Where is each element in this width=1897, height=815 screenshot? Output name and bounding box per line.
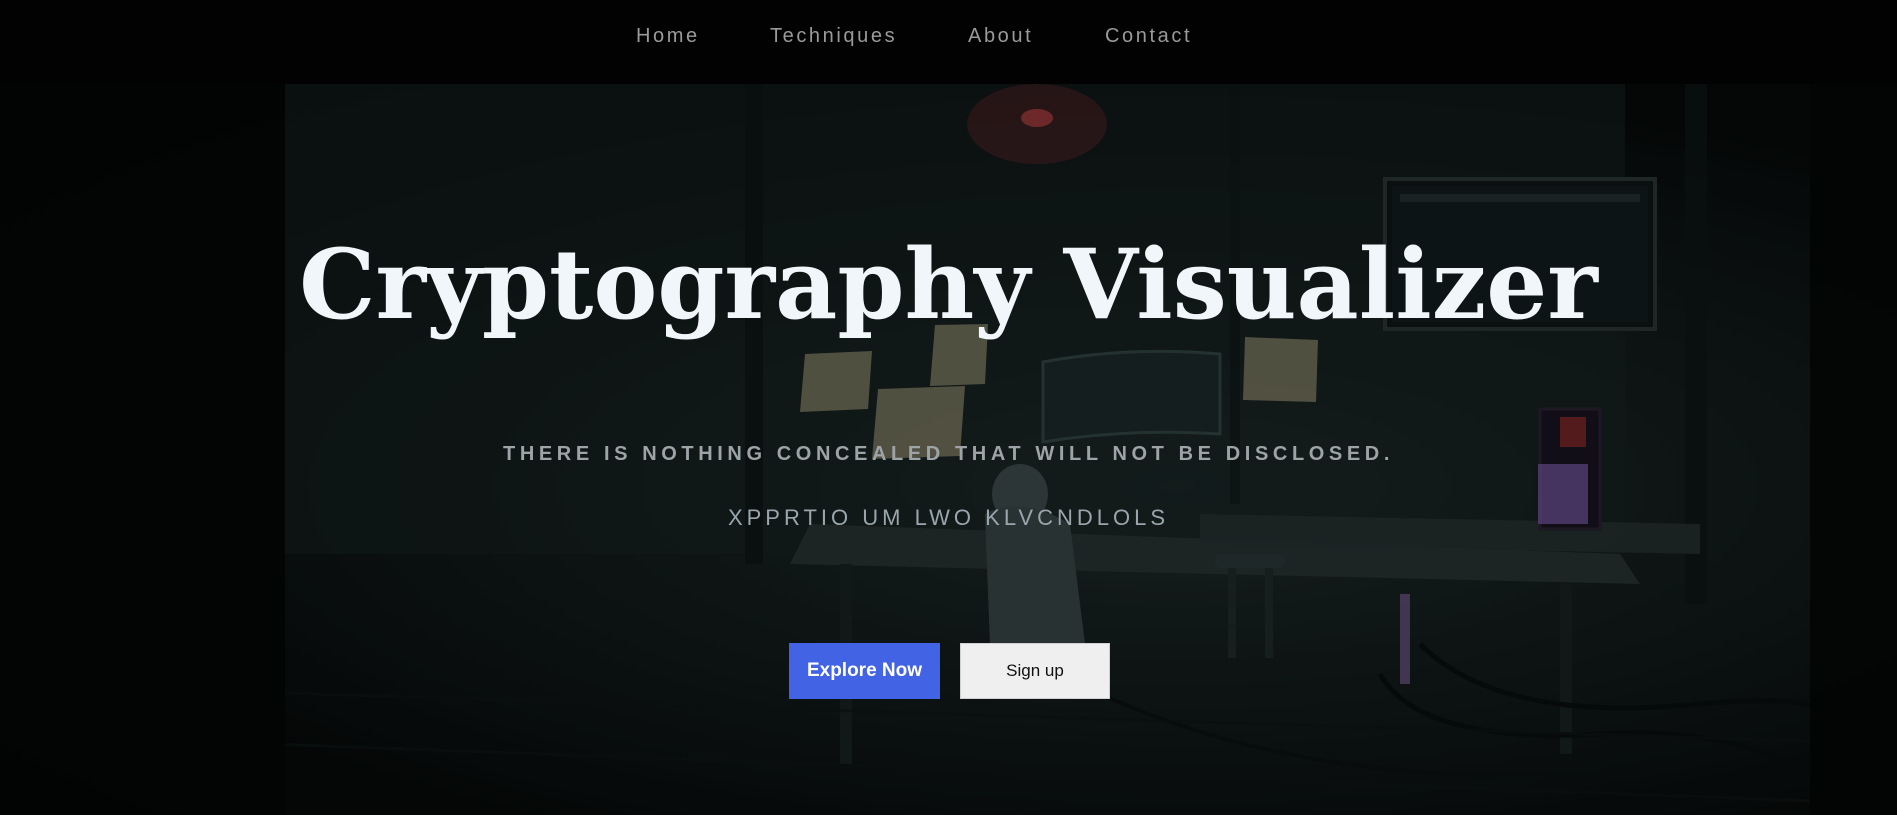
hero-cipher-text: XPPRTIO UM LWO KLVCNDLOLS [727,505,1170,530]
explore-now-button[interactable]: Explore Now [789,643,940,699]
hero-tagline: THERE IS NOTHING CONCEALED THAT WILL NOT… [503,443,1394,465]
nav-about-link[interactable]: About [968,24,1033,48]
hero-title: Cryptography Visualizer [299,228,1598,341]
nav-contact-link[interactable]: Contact [1105,24,1192,48]
top-navigation: Home Techniques About Contact [0,0,1897,84]
nav-home-link[interactable]: Home [636,24,700,48]
nav-techniques-link[interactable]: Techniques [770,24,897,48]
sign-up-button[interactable]: Sign up [960,643,1110,699]
